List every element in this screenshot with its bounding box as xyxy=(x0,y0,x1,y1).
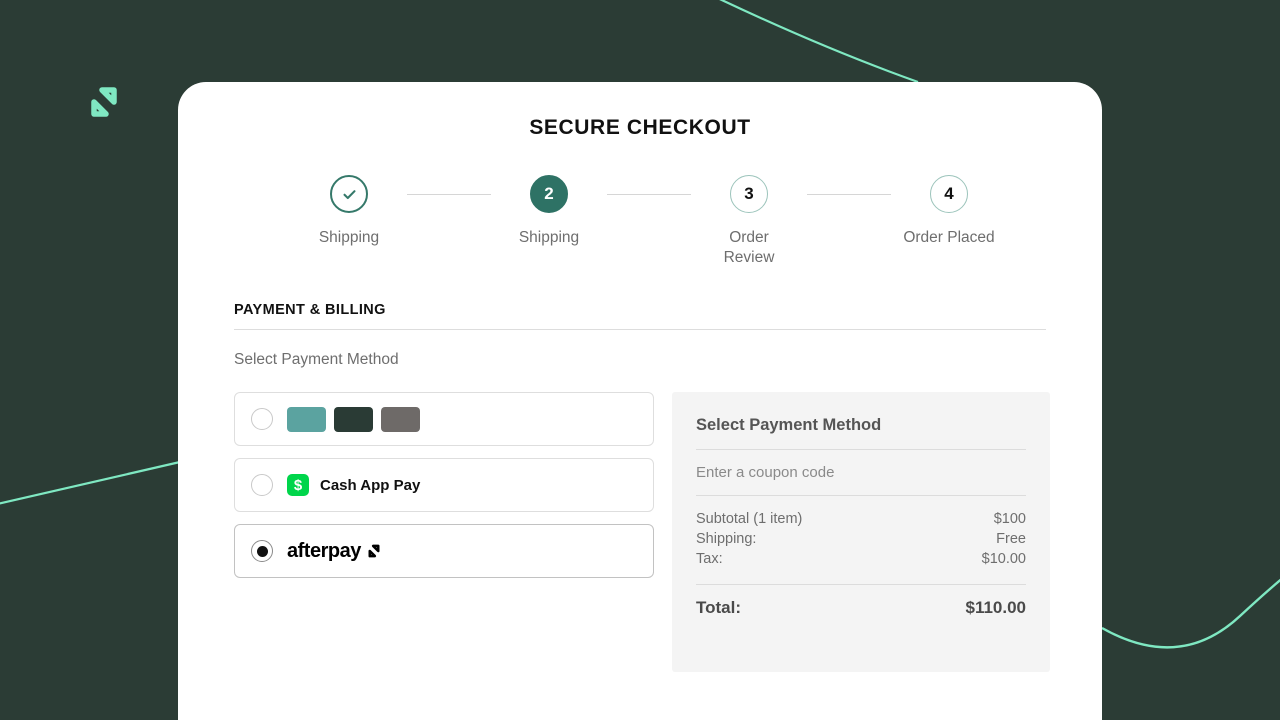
afterpay-wordmark: afterpay xyxy=(287,540,386,563)
section-subtitle: Select Payment Method xyxy=(234,351,1046,369)
tax-value: $10.00 xyxy=(982,549,1026,569)
grand-total-label: Total: xyxy=(696,598,741,618)
step-connector-3 xyxy=(807,194,891,196)
afterpay-wordmark-text: afterpay xyxy=(287,540,361,563)
subtotal-value: $100 xyxy=(994,509,1026,529)
grand-total-value: $110.00 xyxy=(965,598,1026,618)
cash-app-icon: $ xyxy=(287,474,309,496)
card-brand-swatch-1 xyxy=(287,407,326,432)
step-2-label: Shipping xyxy=(519,228,579,248)
afterpay-chevron-icon xyxy=(362,540,386,562)
step-3-label: Order Review xyxy=(703,228,795,268)
step-2-indicator: 2 xyxy=(530,175,568,213)
card-brand-swatch-3 xyxy=(381,407,420,432)
total-line-subtotal: Subtotal (1 item) $100 xyxy=(696,509,1026,529)
step-3-order-review[interactable]: 3 Order Review xyxy=(691,175,807,268)
step-2-shipping[interactable]: 2 Shipping xyxy=(491,175,607,248)
step-1-label: Shipping xyxy=(319,228,379,248)
coupon-row xyxy=(696,450,1026,495)
shipping-label: Shipping: xyxy=(696,529,756,549)
step-1-shipping[interactable]: Shipping xyxy=(291,175,407,248)
payment-option-cash-app-pay[interactable]: $ Cash App Pay xyxy=(234,458,654,512)
checkout-stepper: Shipping 2 Shipping 3 Order Review 4 Ord… xyxy=(178,175,1102,268)
step-4-order-placed[interactable]: 4 Order Placed xyxy=(891,175,1007,248)
order-summary-panel: Select Payment Method Subtotal (1 item) … xyxy=(672,392,1050,672)
section-divider xyxy=(234,329,1046,330)
card-brand-swatch-2 xyxy=(334,407,373,432)
payment-billing-section: PAYMENT & BILLING Select Payment Method … xyxy=(178,302,1102,672)
step-4-label: Order Placed xyxy=(903,228,994,248)
order-totals: Subtotal (1 item) $100 Shipping: Free Ta… xyxy=(696,496,1026,569)
payment-option-afterpay[interactable]: afterpay xyxy=(234,524,654,578)
step-4-indicator: 4 xyxy=(930,175,968,213)
tax-label: Tax: xyxy=(696,549,723,569)
card-brand-swatches xyxy=(287,407,420,432)
checkout-card: SECURE CHECKOUT Shipping 2 Shipping 3 Or… xyxy=(178,82,1102,720)
order-summary-divider-total xyxy=(696,584,1026,585)
check-icon xyxy=(341,186,358,203)
order-summary-title: Select Payment Method xyxy=(696,416,1026,449)
step-connector-2 xyxy=(607,194,691,196)
shipping-value: Free xyxy=(996,529,1026,549)
payment-option-cash-app-pay-label: Cash App Pay xyxy=(320,477,420,494)
total-line-tax: Tax: $10.00 xyxy=(696,549,1026,569)
step-3-indicator: 3 xyxy=(730,175,768,213)
radio-afterpay[interactable] xyxy=(251,540,273,562)
radio-cash-app-pay[interactable] xyxy=(251,474,273,496)
total-line-shipping: Shipping: Free xyxy=(696,529,1026,549)
step-1-indicator xyxy=(330,175,368,213)
radio-card-brands[interactable] xyxy=(251,408,273,430)
afterpay-logo xyxy=(78,76,130,128)
payment-method-list: $ Cash App Pay afterpay xyxy=(234,392,654,672)
grand-total-row: Total: $110.00 xyxy=(696,598,1026,618)
page-title: SECURE CHECKOUT xyxy=(178,116,1102,140)
section-title: PAYMENT & BILLING xyxy=(234,302,1046,318)
step-connector-1 xyxy=(407,194,491,196)
coupon-input[interactable] xyxy=(696,464,1026,481)
subtotal-label: Subtotal (1 item) xyxy=(696,509,802,529)
payment-option-card-brands[interactable] xyxy=(234,392,654,446)
